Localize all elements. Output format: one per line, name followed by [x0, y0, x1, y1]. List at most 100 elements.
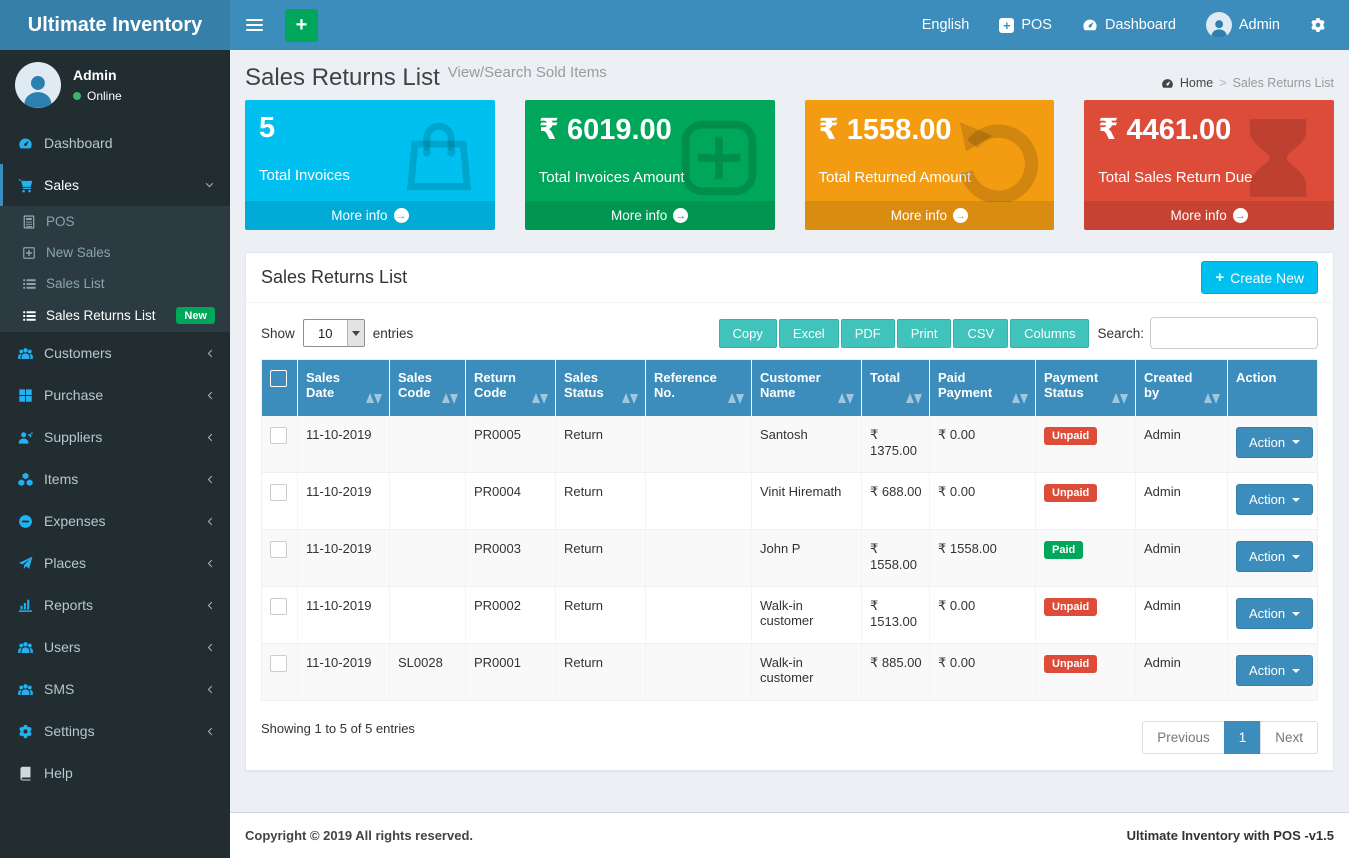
row-action-button[interactable]: Action — [1236, 427, 1313, 458]
row-select-cell — [262, 530, 298, 587]
navbar-right: English + POS Dashboard Admin — [907, 0, 1341, 50]
sidebar-item-places[interactable]: Places — [0, 542, 230, 584]
sidebar-item-sales-list[interactable]: Sales List — [0, 268, 230, 299]
create-new-button[interactable]: + Create New — [1201, 261, 1318, 294]
table-body: 11-10-2019PR0005ReturnSantosh₹ 1375.00₹ … — [262, 416, 1318, 701]
user-menu[interactable]: Admin — [1191, 0, 1295, 50]
sidebar-item-sms[interactable]: SMS — [0, 668, 230, 710]
export-csv-button[interactable]: CSV — [953, 319, 1008, 348]
row-checkbox[interactable] — [270, 598, 287, 615]
cubes-icon — [18, 472, 33, 487]
sidebar-item-sales-returns-list[interactable]: Sales Returns List New — [0, 299, 230, 332]
return-code-cell: PR0003 — [466, 530, 556, 587]
previous-page-button[interactable]: Previous — [1142, 721, 1225, 754]
sidebar-item-sales[interactable]: Sales — [0, 164, 230, 206]
column-customer-name[interactable]: Customer Name — [752, 360, 862, 416]
column-created-by[interactable]: Created by — [1136, 360, 1228, 416]
entries-summary: Showing 1 to 5 of 5 entries — [261, 715, 415, 736]
sidebar-toggle-button[interactable] — [230, 4, 279, 46]
nav-dashboard-link[interactable]: Dashboard — [1067, 0, 1191, 50]
gears-icon — [18, 724, 33, 739]
column-sales-status[interactable]: Sales Status — [556, 360, 646, 416]
row-checkbox[interactable] — [270, 427, 287, 444]
more-info-link[interactable]: More info → — [1084, 201, 1334, 230]
payment-status-cell: Unpaid — [1036, 587, 1136, 644]
table-header: Sales Date Sales Code Return Code Sales … — [262, 360, 1318, 416]
quick-add-button[interactable]: + — [285, 9, 318, 42]
select-all-header — [262, 360, 298, 416]
row-action-button[interactable]: Action — [1236, 598, 1313, 629]
export-copy-button[interactable]: Copy — [719, 319, 777, 348]
search-input[interactable] — [1150, 317, 1318, 349]
breadcrumb-home-link[interactable]: Home — [1180, 76, 1213, 90]
sidebar-item-customers[interactable]: Customers — [0, 332, 230, 374]
sidebar-item-dashboard[interactable]: Dashboard — [0, 122, 230, 164]
column-return-code[interactable]: Return Code — [466, 360, 556, 416]
nav-pos-link[interactable]: + POS — [984, 0, 1067, 50]
chevron-left-icon — [204, 516, 215, 527]
sidebar-item-items[interactable]: Items — [0, 458, 230, 500]
sidebar-item-settings[interactable]: Settings — [0, 710, 230, 752]
sidebar-item-new-sales[interactable]: New Sales — [0, 237, 230, 268]
sidebar-item-pos[interactable]: POS — [0, 206, 230, 237]
row-checkbox[interactable] — [270, 484, 287, 501]
sidebar-item-help[interactable]: Help — [0, 752, 230, 794]
column-payment-status[interactable]: Payment Status — [1036, 360, 1136, 416]
avatar — [1206, 12, 1232, 38]
sales-status-cell: Return — [556, 644, 646, 701]
list-icon — [22, 277, 36, 291]
sidebar-item-label: Reports — [44, 597, 93, 613]
next-page-button[interactable]: Next — [1260, 721, 1318, 754]
column-reference-no[interactable]: Reference No. — [646, 360, 752, 416]
chevron-left-icon — [204, 684, 215, 695]
sidebar-item-reports[interactable]: Reports — [0, 584, 230, 626]
export-columns-button[interactable]: Columns — [1010, 319, 1089, 348]
export-excel-button[interactable]: Excel — [779, 319, 839, 348]
row-action-button[interactable]: Action — [1236, 541, 1313, 572]
sidebar-item-label: Help — [44, 765, 73, 781]
sidebar-item-users[interactable]: Users — [0, 626, 230, 668]
sort-icon — [728, 393, 744, 404]
page-length-select[interactable]: 10 — [303, 319, 365, 347]
language-menu[interactable]: English — [907, 0, 985, 50]
sidebar-item-expenses[interactable]: Expenses — [0, 500, 230, 542]
sales-code-cell — [390, 416, 466, 473]
created-by-cell: Admin — [1136, 473, 1228, 530]
panel-title: Sales Returns List — [261, 267, 407, 288]
row-action-button[interactable]: Action — [1236, 484, 1313, 515]
sidebar-item-label: POS — [46, 214, 75, 229]
page-footer: Copyright © 2019 All rights reserved. Ul… — [230, 812, 1349, 858]
more-info-link[interactable]: More info → — [805, 201, 1055, 230]
export-pdf-button[interactable]: PDF — [841, 319, 895, 348]
book-icon — [18, 766, 33, 781]
return-code-cell: PR0002 — [466, 587, 556, 644]
row-action-button[interactable]: Action — [1236, 655, 1313, 686]
nav-settings-button[interactable] — [1295, 0, 1341, 50]
export-print-button[interactable]: Print — [897, 319, 952, 348]
payment-status-cell: Unpaid — [1036, 644, 1136, 701]
select-all-checkbox[interactable] — [270, 370, 287, 387]
row-select-cell — [262, 473, 298, 530]
chevron-down-icon — [347, 320, 364, 346]
column-paid-payment[interactable]: Paid Payment — [930, 360, 1036, 416]
sales-returns-panel: Sales Returns List + Create New Show 10 — [245, 252, 1334, 771]
page-1-button[interactable]: 1 — [1224, 721, 1262, 754]
more-info-link[interactable]: More info → — [525, 201, 775, 230]
row-checkbox[interactable] — [270, 655, 287, 672]
sidebar-item-purchase[interactable]: Purchase — [0, 374, 230, 416]
app-logo[interactable]: Ultimate Inventory — [0, 0, 230, 50]
sort-icon — [838, 393, 854, 404]
page-title: Sales Returns List — [245, 64, 440, 92]
column-total[interactable]: Total — [862, 360, 930, 416]
column-sales-date[interactable]: Sales Date — [298, 360, 390, 416]
more-info-link[interactable]: More info → — [245, 201, 495, 230]
sales-date-cell: 11-10-2019 — [298, 530, 390, 587]
paid-payment-cell: ₹ 0.00 — [930, 644, 1036, 701]
column-sales-code[interactable]: Sales Code — [390, 360, 466, 416]
sidebar-item-label: Users — [44, 639, 81, 655]
stat-boxes: 5 Total Invoices More info → ₹ 6019.00 T… — [245, 100, 1334, 230]
paid-payment-cell: ₹ 0.00 — [930, 416, 1036, 473]
chevron-left-icon — [204, 474, 215, 485]
sidebar-item-suppliers[interactable]: Suppliers — [0, 416, 230, 458]
row-checkbox[interactable] — [270, 541, 287, 558]
